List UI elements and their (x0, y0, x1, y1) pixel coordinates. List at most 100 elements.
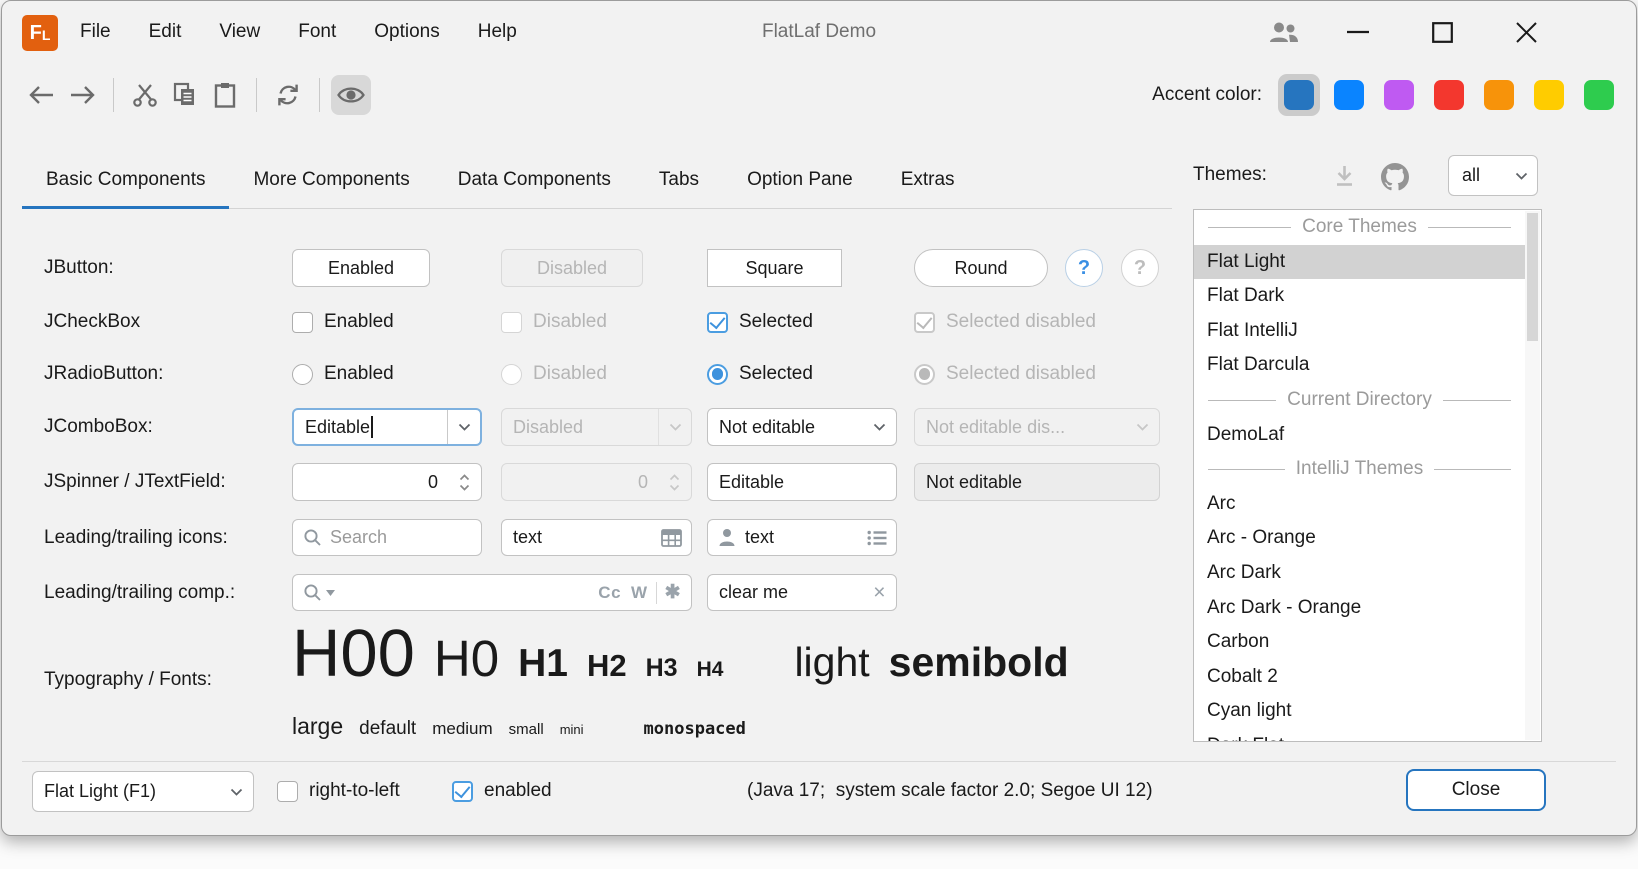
search-input[interactable]: Search (292, 519, 482, 556)
field-divider (656, 582, 657, 604)
semibold-weight-sample: semibold (889, 639, 1069, 686)
radio-selected[interactable]: Selected (707, 356, 813, 392)
theme-item-arc[interactable]: Arc (1194, 487, 1525, 522)
menu-file[interactable]: File (80, 21, 111, 43)
clear-icon[interactable]: × (873, 581, 886, 605)
default-size-sample: default (359, 718, 416, 740)
accent-swatch-orange[interactable] (1484, 80, 1514, 110)
tab-data-components[interactable]: Data Components (434, 151, 635, 208)
chevron-down-small-icon[interactable] (326, 590, 335, 596)
close-button[interactable]: Close (1406, 769, 1546, 811)
tab-basic-components[interactable]: Basic Components (22, 151, 229, 208)
combobox-editable[interactable]: Editable (292, 408, 482, 446)
download-icon[interactable] (1331, 163, 1358, 190)
list-icon (867, 530, 887, 546)
clearable-field[interactable]: clear me × (707, 574, 897, 611)
checkbox-checked-icon (707, 312, 728, 333)
users-icon[interactable] (1264, 1, 1304, 63)
themes-filter-combobox[interactable]: all (1448, 155, 1538, 196)
theme-item-cyan-light[interactable]: Cyan light (1194, 694, 1525, 729)
h0-sample: H0 (434, 629, 499, 688)
typography-headings: H00 H0 H1 H2 H3 H4 light semibold (292, 615, 1069, 692)
themes-list[interactable]: Core Themes Flat Light Flat Dark Flat In… (1193, 209, 1542, 742)
copy-icon[interactable] (165, 75, 205, 115)
large-size-sample: large (292, 713, 343, 740)
textfield-leading-trailing-icons[interactable]: text (707, 519, 897, 556)
textfield-not-editable: Not editable (914, 463, 1160, 501)
spinner[interactable]: 0 (292, 463, 482, 501)
checkbox-selected[interactable]: Selected (707, 304, 813, 340)
tab-option-pane[interactable]: Option Pane (723, 151, 877, 208)
round-button[interactable]: Round (914, 249, 1048, 287)
tab-extras[interactable]: Extras (877, 151, 979, 208)
search-with-options-field[interactable]: Cc W ✱ (292, 574, 692, 611)
accent-swatch-purple[interactable] (1384, 80, 1414, 110)
enabled-checkbox[interactable]: enabled (452, 773, 552, 809)
chevron-down-icon[interactable] (220, 772, 253, 811)
statusbar-divider (22, 761, 1616, 762)
close-window-button[interactable] (1506, 1, 1546, 63)
chevron-down-icon[interactable] (863, 409, 896, 445)
radio-checked-icon (707, 364, 728, 385)
accent-swatch-default[interactable] (1284, 80, 1314, 110)
github-icon[interactable] (1381, 163, 1409, 191)
textfield-editable[interactable]: Editable (707, 463, 897, 501)
themes-scrollbar-thumb[interactable] (1527, 213, 1538, 341)
theme-item-demolaf[interactable]: DemoLaf (1194, 418, 1525, 453)
combobox-not-editable[interactable]: Not editable (707, 408, 897, 446)
typography-label: Typography / Fonts: (44, 669, 212, 691)
theme-item-arc-orange[interactable]: Arc - Orange (1194, 521, 1525, 556)
theme-item-flat-light[interactable]: Flat Light (1194, 245, 1525, 280)
refresh-icon[interactable] (268, 75, 308, 115)
back-button[interactable] (22, 75, 62, 115)
laf-selector-combobox[interactable]: Flat Light (F1) (32, 771, 254, 812)
h00-sample: H00 (292, 615, 415, 692)
theme-item-flat-dark[interactable]: Flat Dark (1194, 279, 1525, 314)
regex-toggle[interactable]: ✱ (665, 581, 681, 604)
help-button-disabled: ? (1121, 249, 1159, 287)
chevron-down-icon[interactable] (447, 410, 480, 444)
enabled-button[interactable]: Enabled (292, 249, 430, 287)
cut-icon[interactable] (125, 75, 165, 115)
menu-options[interactable]: Options (374, 21, 439, 43)
search-icon[interactable] (303, 583, 322, 602)
right-to-left-checkbox[interactable]: right-to-left (277, 773, 400, 809)
theme-item-carbon[interactable]: Carbon (1194, 625, 1525, 660)
whole-word-toggle[interactable]: W (631, 583, 648, 603)
themes-filter-value: all (1449, 165, 1505, 186)
menu-help[interactable]: Help (478, 21, 517, 43)
mini-size-sample: mini (560, 722, 584, 737)
paste-icon[interactable] (205, 75, 245, 115)
accent-swatch-green[interactable] (1584, 80, 1614, 110)
theme-item-arc-dark[interactable]: Arc Dark (1194, 556, 1525, 591)
menu-font[interactable]: Font (298, 21, 336, 43)
h4-sample: H4 (697, 658, 724, 682)
help-button[interactable]: ? (1065, 249, 1103, 287)
forward-button[interactable] (62, 75, 102, 115)
accent-swatch-blue[interactable] (1334, 80, 1364, 110)
tab-more-components[interactable]: More Components (229, 151, 433, 208)
theme-item-cobalt-2[interactable]: Cobalt 2 (1194, 660, 1525, 695)
theme-item-dark-flat[interactable]: Dark Flat (1194, 729, 1525, 742)
titlebar: FL File Edit View Font Options Help Flat… (2, 1, 1636, 63)
textfield-trailing-icon[interactable]: text (501, 519, 692, 556)
maximize-button[interactable] (1422, 1, 1462, 63)
theme-item-flat-intellij[interactable]: Flat IntelliJ (1194, 314, 1525, 349)
match-case-toggle[interactable]: Cc (598, 583, 621, 603)
jspinner-label: JSpinner / JTextField: (44, 471, 226, 493)
checkbox-enabled[interactable]: Enabled (292, 304, 394, 340)
square-button[interactable]: Square (707, 249, 842, 287)
minimize-button[interactable] (1338, 1, 1378, 63)
menu-edit[interactable]: Edit (149, 21, 182, 43)
show-hidden-eye-toggle[interactable] (331, 75, 371, 115)
themes-scrollbar[interactable] (1525, 211, 1540, 740)
accent-swatch-red[interactable] (1434, 80, 1464, 110)
radio-enabled[interactable]: Enabled (292, 356, 394, 392)
menu-view[interactable]: View (219, 21, 260, 43)
tab-tabs[interactable]: Tabs (635, 151, 723, 208)
theme-item-arc-dark-orange[interactable]: Arc Dark - Orange (1194, 591, 1525, 626)
spinner-arrows[interactable] (448, 464, 481, 500)
theme-item-flat-darcula[interactable]: Flat Darcula (1194, 348, 1525, 383)
jcombobox-label: JComboBox: (44, 416, 153, 438)
accent-swatch-yellow[interactable] (1534, 80, 1564, 110)
